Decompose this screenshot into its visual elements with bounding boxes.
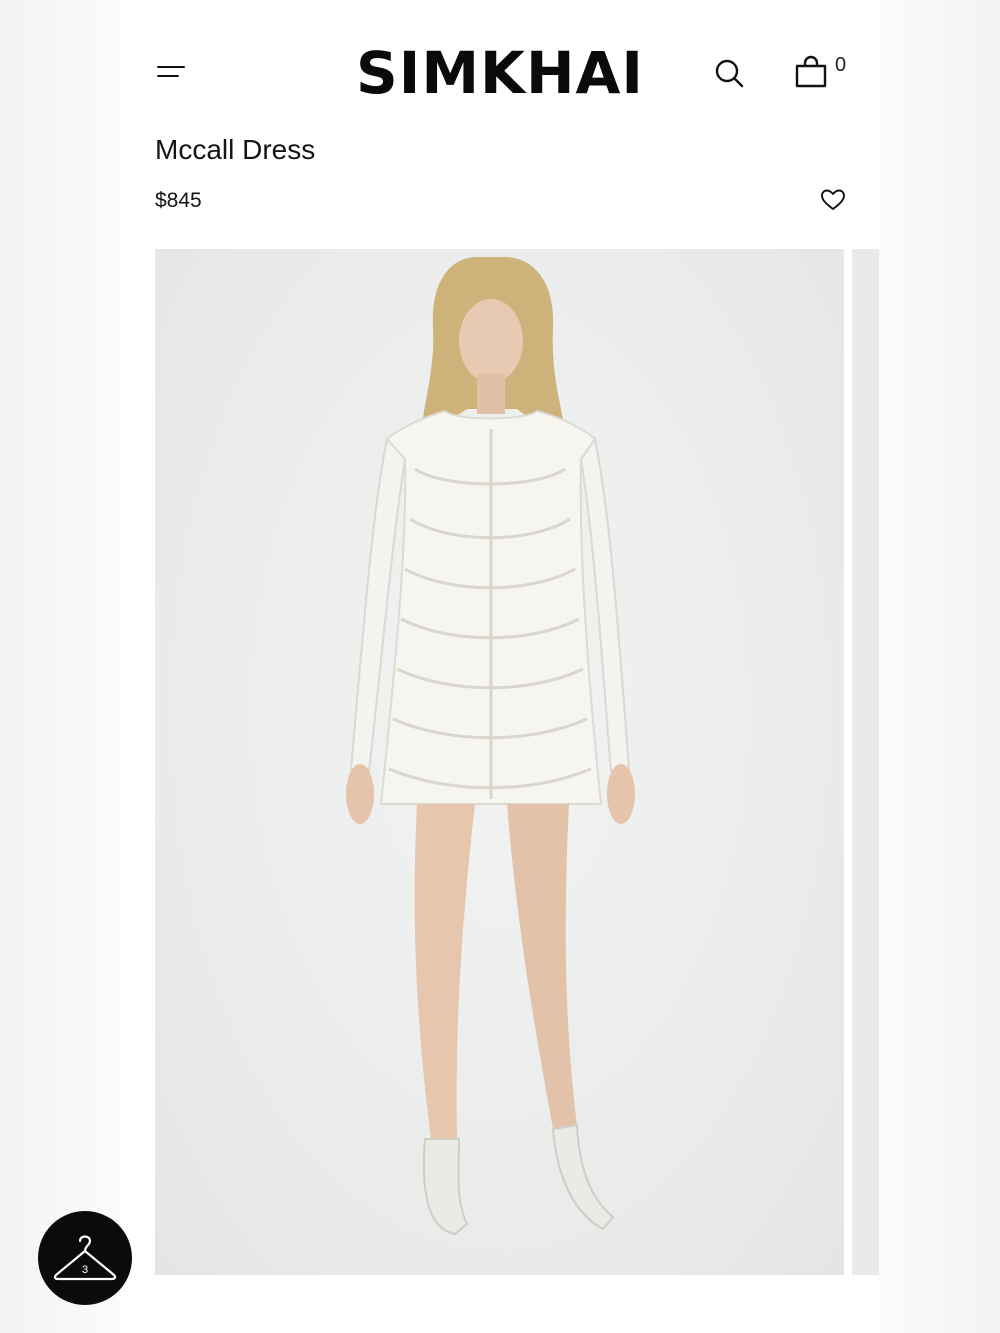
product-image-next[interactable] xyxy=(852,249,879,1275)
shopping-bag-icon xyxy=(795,55,827,88)
product-page: SIMKHAI 0 Mccall Dress $845 xyxy=(121,0,879,1333)
product-gallery[interactable] xyxy=(155,249,879,1275)
model-photo xyxy=(346,257,635,1236)
menu-button[interactable] xyxy=(155,58,187,88)
product-image-main[interactable] xyxy=(155,249,844,1275)
wishlist-button[interactable] xyxy=(819,186,847,214)
fitting-room-count: 3 xyxy=(81,1264,89,1276)
heart-icon xyxy=(821,189,845,210)
hanger-icon xyxy=(53,1235,117,1281)
cart-count: 0 xyxy=(835,54,847,76)
product-price: $845 xyxy=(155,189,202,212)
site-header: SIMKHAI 0 xyxy=(121,0,879,130)
search-button[interactable] xyxy=(711,55,747,91)
cart-button[interactable] xyxy=(791,52,831,92)
brand-logo[interactable]: SIMKHAI xyxy=(349,38,651,108)
search-icon xyxy=(715,59,744,88)
fitting-room-button[interactable]: 3 xyxy=(38,1211,132,1305)
product-title: Mccall Dress xyxy=(155,134,316,165)
